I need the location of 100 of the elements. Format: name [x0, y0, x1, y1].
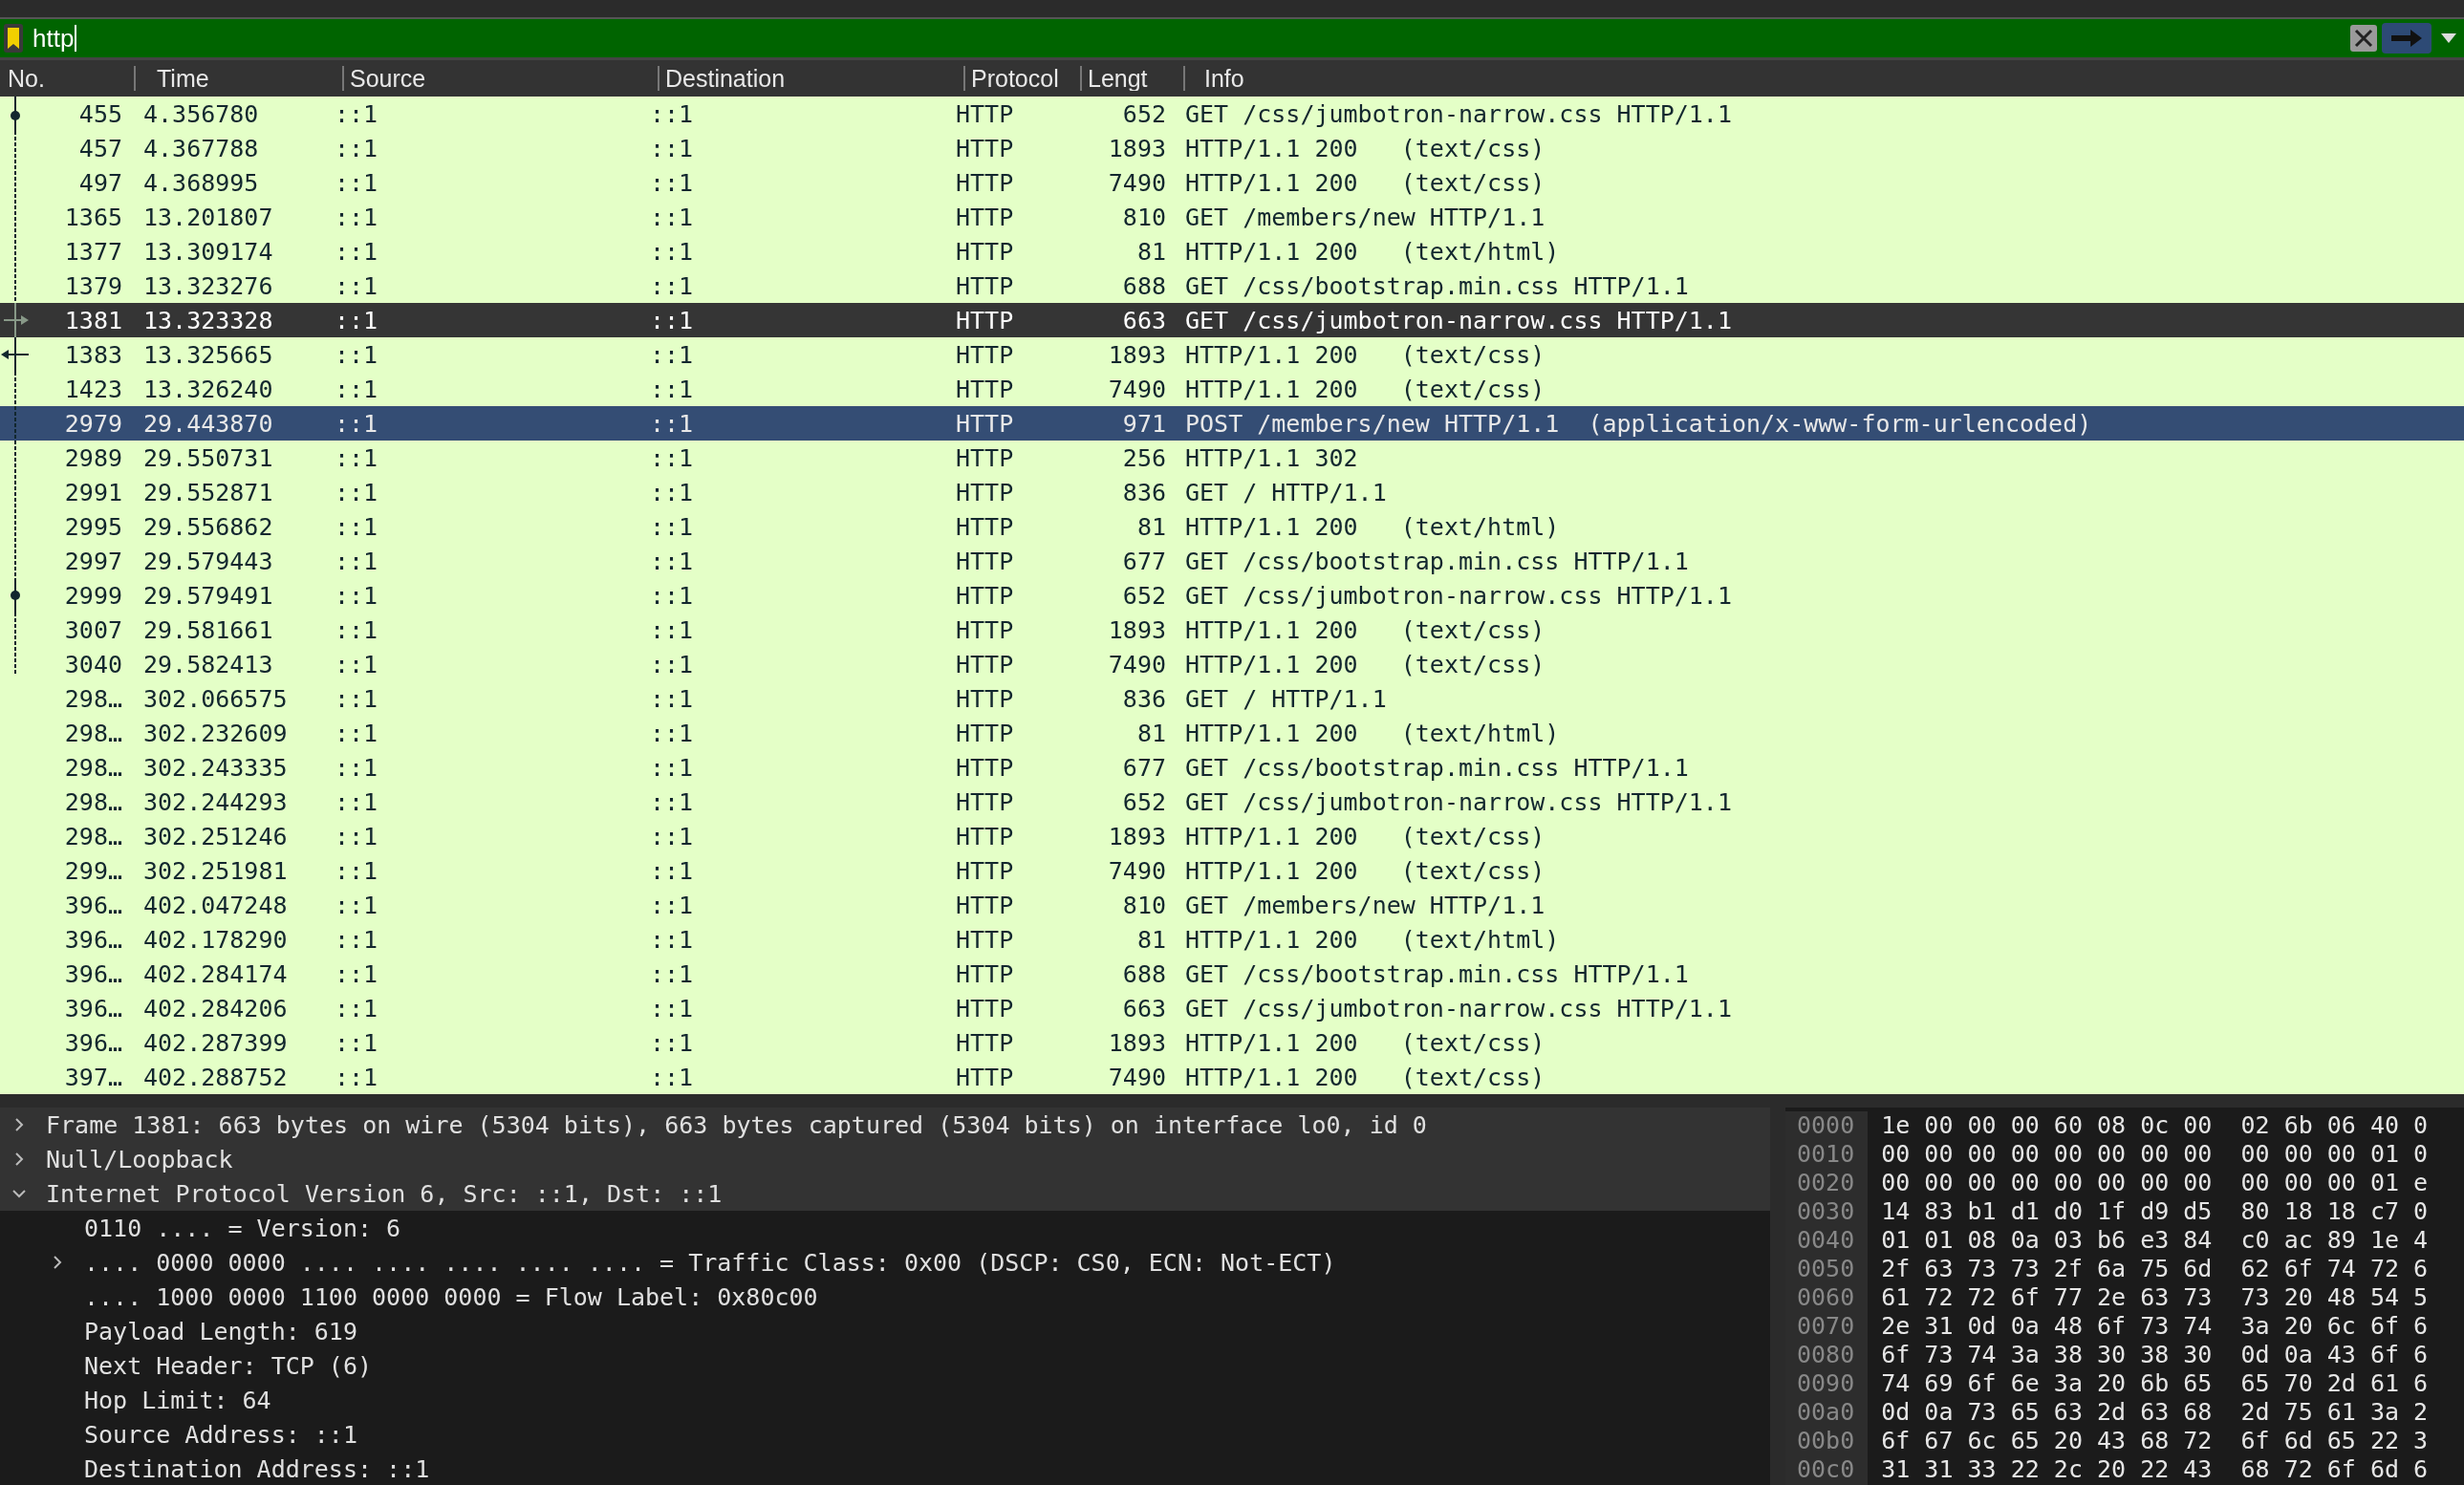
- packet-destination: ::1: [650, 959, 695, 988]
- packet-row[interactable]: 397… 402.288752 ::1 ::1 HTTP 7490 HTTP/1.1 200 (text/css): [0, 1060, 2464, 1094]
- hex-offset: 0070: [1797, 1312, 1855, 1341]
- dropdown-caret-icon[interactable]: [2441, 33, 2456, 43]
- packet-time: 29.581661: [142, 615, 274, 644]
- packet-row[interactable]: 1381 13.323328 ::1 ::1 HTTP 663 GET /css/jumbotron-narrow.css HTTP/1.1: [0, 303, 2464, 337]
- packet-row[interactable]: 457 4.367788 ::1 ::1 HTTP 1893 HTTP/1.1 200 (text/css): [0, 131, 2464, 165]
- tree-item[interactable]: .... 1000 0000 1100 0000 0000 = Flow Label: 0x80c00: [0, 1280, 1770, 1314]
- packet-row[interactable]: 1379 13.323276 ::1 ::1 HTTP 688 GET /css/bootstrap.min.css HTTP/1.1: [0, 269, 2464, 303]
- packet-row[interactable]: 298… 302.066575 ::1 ::1 HTTP 836 GET / HTTP/1.1: [0, 681, 2464, 716]
- packet-info: HTTP/1.1 200 (text/css): [1184, 650, 1545, 678]
- packet-destination: ::1: [650, 512, 695, 541]
- clear-icon[interactable]: [2349, 24, 2378, 53]
- column-header[interactable]: Time: [134, 66, 342, 91]
- packet-row[interactable]: 2997 29.579443 ::1 ::1 HTTP 677 GET /css/bootstrap.min.css HTTP/1.1: [0, 544, 2464, 578]
- tree-item[interactable]: Internet Protocol Version 6, Src: ::1, Dst: ::1: [0, 1176, 1770, 1211]
- packet-time: 13.325665: [142, 340, 274, 369]
- hex-offset: 0050: [1797, 1255, 1855, 1283]
- packet-protocol: HTTP: [956, 547, 1015, 575]
- packet-length: 81: [1135, 719, 1166, 747]
- packet-row[interactable]: 396… 402.284206 ::1 ::1 HTTP 663 GET /css/jumbotron-narrow.css HTTP/1.1: [0, 991, 2464, 1025]
- packet-row[interactable]: 1365 13.201807 ::1 ::1 HTTP 810 GET /members/new HTTP/1.1: [0, 200, 2464, 234]
- packet-row[interactable]: 1383 13.325665 ::1 ::1 HTTP 1893 HTTP/1.1 200 (text/css): [0, 337, 2464, 372]
- column-header[interactable]: Destination: [658, 66, 963, 91]
- tree-item[interactable]: 0110 .... = Version: 6: [0, 1211, 1770, 1245]
- packet-row[interactable]: 2995 29.556862 ::1 ::1 HTTP 81 HTTP/1.1 200 (text/html): [0, 509, 2464, 544]
- packet-row[interactable]: 396… 402.287399 ::1 ::1 HTTP 1893 HTTP/1.1 200 (text/css): [0, 1025, 2464, 1060]
- packet-row[interactable]: 2999 29.579491 ::1 ::1 HTTP 652 GET /css/jumbotron-narrow.css HTTP/1.1: [0, 578, 2464, 613]
- packet-row[interactable]: 298… 302.251246 ::1 ::1 HTTP 1893 HTTP/1.1 200 (text/css): [0, 819, 2464, 853]
- packet-time: 29.579443: [142, 547, 274, 575]
- packet-row[interactable]: 299… 302.251981 ::1 ::1 HTTP 7490 HTTP/1.1 200 (text/css): [0, 853, 2464, 888]
- packet-row[interactable]: 396… 402.047248 ::1 ::1 HTTP 810 GET /members/new HTTP/1.1: [0, 888, 2464, 922]
- packet-time: 29.556862: [142, 512, 274, 541]
- packet-destination: ::1: [650, 650, 695, 678]
- packet-info: GET /css/jumbotron-narrow.css HTTP/1.1: [1184, 306, 1732, 334]
- packet-number: 2997: [63, 547, 122, 575]
- packet-number: 3007: [63, 615, 122, 644]
- tree-item[interactable]: .... 0000 0000 .... .... .... .... .... = Traffic Class: 0x00 (DSCP: CS0, ECN: Not-ECT): [0, 1245, 1770, 1280]
- packet-row[interactable]: 298… 302.232609 ::1 ::1 HTTP 81 HTTP/1.1 200 (text/html): [0, 716, 2464, 750]
- packet-destination: ::1: [650, 306, 695, 334]
- packet-number: 396…: [63, 1028, 122, 1057]
- packet-row[interactable]: 497 4.368995 ::1 ::1 HTTP 7490 HTTP/1.1 200 (text/css): [0, 165, 2464, 200]
- packet-destination: ::1: [650, 547, 695, 575]
- tree-item[interactable]: Destination Address: ::1: [0, 1452, 1770, 1485]
- packet-row[interactable]: 2991 29.552871 ::1 ::1 HTTP 836 GET / HTTP/1.1: [0, 475, 2464, 509]
- column-header[interactable]: Source: [342, 66, 658, 91]
- hex-offset: 0000: [1797, 1111, 1855, 1140]
- packet-length: 1893: [1107, 822, 1166, 850]
- packet-destination: ::1: [650, 822, 695, 850]
- packet-time: 29.579491: [142, 581, 274, 610]
- packet-destination: ::1: [650, 271, 695, 300]
- column-header[interactable]: Info: [1183, 66, 2464, 91]
- packet-row[interactable]: 298… 302.243335 ::1 ::1 HTTP 677 GET /css/bootstrap.min.css HTTP/1.1: [0, 750, 2464, 785]
- tree-item[interactable]: Hop Limit: 64: [0, 1383, 1770, 1417]
- packet-destination: ::1: [650, 615, 695, 644]
- packet-info: GET /members/new HTTP/1.1: [1184, 891, 1545, 919]
- packet-time: 29.582413: [142, 650, 274, 678]
- packet-row[interactable]: 2979 29.443870 ::1 ::1 HTTP 971 POST /members/new HTTP/1.1 (application/x-www-form-urlencoded): [0, 406, 2464, 441]
- packet-time: 13.323328: [142, 306, 274, 334]
- tree-item[interactable]: Frame 1381: 663 bytes on wire (5304 bits), 663 bytes captured (5304 bits) on interface lo0, id 0: [0, 1108, 1770, 1142]
- tree-item-text: Internet Protocol Version 6, Src: ::1, Dst: ::1: [46, 1179, 723, 1208]
- packet-row[interactable]: 3040 29.582413 ::1 ::1 HTTP 7490 HTTP/1.1 200 (text/css): [0, 647, 2464, 681]
- packet-time: 302.232609: [142, 719, 289, 747]
- packet-row[interactable]: 298… 302.244293 ::1 ::1 HTTP 652 GET /css/jumbotron-narrow.css HTTP/1.1: [0, 785, 2464, 819]
- packet-protocol: HTTP: [956, 959, 1015, 988]
- packet-length: 663: [1121, 306, 1166, 334]
- packet-number: 497: [77, 168, 122, 197]
- tree-item[interactable]: Next Header: TCP (6): [0, 1348, 1770, 1383]
- hex-bytes: 01 01 08 0a 03 b6 e3 84 c0 ac 89 1e 4: [1881, 1226, 2429, 1255]
- packet-protocol: HTTP: [956, 719, 1015, 747]
- packet-length: 1893: [1107, 340, 1166, 369]
- packet-info: GET / HTTP/1.1: [1184, 478, 1387, 506]
- packet-row[interactable]: 2989 29.550731 ::1 ::1 HTTP 256 HTTP/1.1 302: [0, 441, 2464, 475]
- packet-source: ::1: [335, 787, 379, 816]
- packet-row[interactable]: 396… 402.284174 ::1 ::1 HTTP 688 GET /css/bootstrap.min.css HTTP/1.1: [0, 957, 2464, 991]
- packet-row[interactable]: 3007 29.581661 ::1 ::1 HTTP 1893 HTTP/1.1 200 (text/css): [0, 613, 2464, 647]
- packet-protocol: HTTP: [956, 684, 1015, 713]
- packet-row[interactable]: 455 4.356780 ::1 ::1 HTTP 652 GET /css/jumbotron-narrow.css HTTP/1.1: [0, 97, 2464, 131]
- packet-protocol: HTTP: [956, 409, 1015, 438]
- bookmark-icon[interactable]: [4, 24, 23, 53]
- packet-destination: ::1: [650, 925, 695, 954]
- packet-source: ::1: [335, 753, 379, 782]
- packet-time: 13.323276: [142, 271, 274, 300]
- packet-source: ::1: [335, 99, 379, 128]
- column-header[interactable]: Protocol: [963, 66, 1080, 91]
- hex-offset: 0090: [1797, 1369, 1855, 1398]
- packet-protocol: HTTP: [956, 994, 1015, 1022]
- packet-time: 402.288752: [142, 1063, 289, 1091]
- tree-item[interactable]: Source Address: ::1: [0, 1417, 1770, 1452]
- packet-row[interactable]: 396… 402.178290 ::1 ::1 HTTP 81 HTTP/1.1 200 (text/html): [0, 922, 2464, 957]
- packet-info: GET /css/bootstrap.min.css HTTP/1.1: [1184, 753, 1689, 782]
- display-filter-field[interactable]: http: [0, 19, 2464, 60]
- packet-info: GET /css/bootstrap.min.css HTTP/1.1: [1184, 959, 1689, 988]
- column-header[interactable]: No.: [0, 66, 134, 91]
- packet-protocol: HTTP: [956, 1028, 1015, 1057]
- packet-number: 2991: [63, 478, 122, 506]
- tree-item[interactable]: Payload Length: 619: [0, 1314, 1770, 1348]
- tree-item[interactable]: Null/Loopback: [0, 1142, 1770, 1176]
- packet-row[interactable]: 1377 13.309174 ::1 ::1 HTTP 81 HTTP/1.1 200 (text/html): [0, 234, 2464, 269]
- packet-row[interactable]: 1423 13.326240 ::1 ::1 HTTP 7490 HTTP/1.1 200 (text/css): [0, 372, 2464, 406]
